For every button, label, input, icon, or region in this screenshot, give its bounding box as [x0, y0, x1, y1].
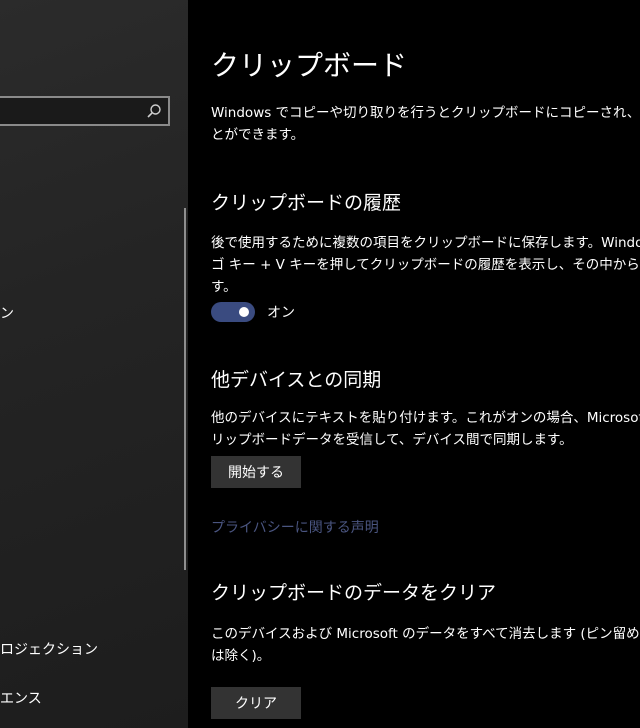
- sync-heading: 他デバイスとの同期: [211, 369, 382, 391]
- main-content: クリップボード Windows でコピーや切り取りを行うとクリップボードにコピー…: [211, 0, 640, 728]
- sidebar-item-partial-1[interactable]: ン: [0, 303, 14, 323]
- sidebar-scrollbar[interactable]: [184, 208, 186, 570]
- history-toggle[interactable]: [211, 302, 255, 322]
- sync-description: 他のデバイスにテキストを貼り付けます。これがオンの場合、Microsoft はク…: [211, 410, 640, 448]
- sidebar-item-partial-2[interactable]: ロジェクション: [0, 639, 98, 659]
- clear-button[interactable]: クリア: [211, 687, 301, 719]
- history-toggle-row: オン: [211, 302, 295, 322]
- page-title: クリップボード: [211, 49, 408, 82]
- intro-text: Windows でコピーや切り取りを行うとクリップボードにコピーされ、貼り付ける…: [211, 105, 640, 143]
- clear-heading: クリップボードのデータをクリア: [211, 582, 497, 604]
- start-sync-button[interactable]: 開始する: [211, 456, 301, 488]
- toggle-state-label: オン: [267, 305, 295, 321]
- sidebar-item-partial-3[interactable]: エンス: [0, 688, 42, 708]
- toggle-knob: [239, 307, 249, 317]
- sidebar: ン ロジェクション エンス: [0, 0, 188, 728]
- search-input[interactable]: [0, 96, 170, 126]
- history-heading: クリップボードの履歴: [211, 192, 402, 214]
- clear-description: このデバイスおよび Microsoft のデータをすべて消去します (ピン留めし…: [211, 626, 640, 664]
- privacy-statement-link[interactable]: プライバシーに関する声明: [211, 517, 379, 537]
- history-description: 後で使用するために複数の項目をクリップボードに保存します。Windows ゴ キ…: [211, 235, 640, 295]
- search-icon: [147, 104, 161, 118]
